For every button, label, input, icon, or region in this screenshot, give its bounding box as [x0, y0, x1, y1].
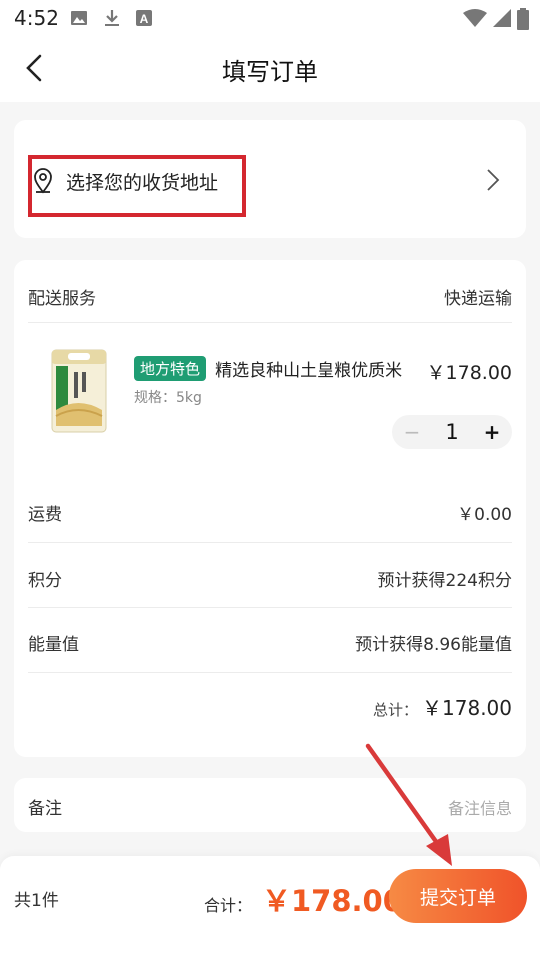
- remark-input[interactable]: 备注信息: [448, 795, 512, 819]
- product-name: 精选良种山土皇粮优质米: [215, 361, 403, 381]
- points-row: 积分 预计获得224积分: [28, 566, 512, 591]
- points-label: 积分: [28, 571, 62, 591]
- energy-value: 预计获得8.96能量值: [355, 635, 512, 655]
- product-spec: 规格：5kg: [134, 390, 202, 406]
- quantity-stepper[interactable]: − 1 +: [392, 415, 512, 449]
- delivery-label: 配送服务: [28, 289, 96, 309]
- quantity-value: 1: [445, 420, 459, 444]
- chevron-right-icon[interactable]: [486, 168, 500, 192]
- points-value: 预计获得224积分: [377, 571, 512, 591]
- divider: [28, 607, 512, 608]
- energy-row: 能量值 预计获得8.96能量值: [28, 630, 512, 655]
- divider: [28, 322, 512, 323]
- product-info: 地方特色 精选良种山土皇粮优质米 规格：5kg: [134, 356, 424, 407]
- submit-order-button[interactable]: 提交订单: [389, 869, 527, 923]
- product-image: [51, 349, 107, 433]
- product-tag: 地方特色: [134, 356, 207, 381]
- sum-label: 合计：: [204, 896, 253, 915]
- svg-text:A: A: [140, 12, 149, 26]
- wifi-icon: [463, 9, 487, 27]
- decrease-button[interactable]: −: [402, 420, 422, 444]
- remark-row[interactable]: 备注 备注信息: [28, 794, 512, 820]
- energy-label: 能量值: [28, 635, 79, 655]
- page-title: 填写订单: [222, 58, 318, 86]
- order-page: 4:52 A 填写订单 选择您的收货地址 配送服务 快递运输 地方特色 精选良种…: [0, 0, 540, 960]
- product-price: ￥178.00: [426, 362, 512, 384]
- shipping-label: 运费: [28, 505, 62, 525]
- status-time: 4:52: [14, 6, 59, 30]
- shipping-row: 运费 ￥0.00: [28, 500, 512, 525]
- battery-icon: [517, 8, 529, 30]
- sum-value: ￥178.00: [262, 884, 403, 918]
- delivery-row: 配送服务 快递运输: [28, 284, 512, 309]
- download-icon: [105, 10, 119, 26]
- item-count: 共1件: [14, 891, 59, 911]
- divider: [28, 542, 512, 543]
- remark-label: 备注: [28, 799, 62, 819]
- total-label: 总计：: [373, 701, 419, 719]
- total-value: ￥178.00: [422, 696, 512, 720]
- font-icon: A: [136, 10, 152, 26]
- delivery-value: 快递运输: [444, 289, 512, 309]
- header: 填写订单: [0, 36, 540, 102]
- bottom-bar: 共1件 合计： ￥178.00 提交订单: [0, 856, 540, 960]
- status-bar: 4:52 A: [0, 0, 540, 36]
- divider: [28, 672, 512, 673]
- image-icon: [71, 11, 87, 25]
- address-highlight-box: [28, 155, 246, 217]
- order-card: 配送服务 快递运输 地方特色 精选良种山土皇粮优质米 规格：5kg ￥178.0…: [14, 260, 526, 757]
- signal-icon: [493, 9, 511, 27]
- total-row: 总计： ￥178.00: [373, 692, 512, 721]
- shipping-value: ￥0.00: [457, 505, 512, 525]
- remark-card[interactable]: 备注 备注信息: [14, 778, 526, 832]
- increase-button[interactable]: +: [482, 420, 502, 444]
